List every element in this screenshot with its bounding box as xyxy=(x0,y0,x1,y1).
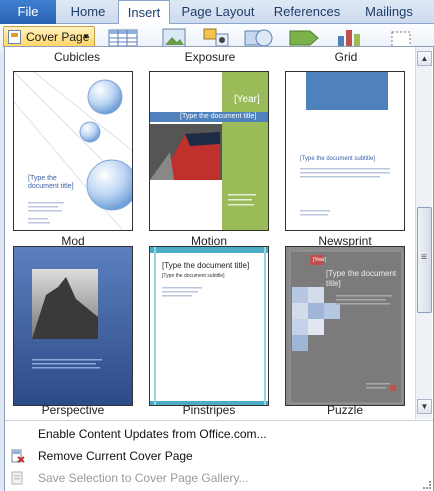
cover-page-label: Cover Page xyxy=(26,30,90,44)
gallery-scrollbar[interactable]: ▲ ▼ xyxy=(415,47,432,419)
newsprint-sample-subtitle: [Type the document subtitle] xyxy=(300,156,376,162)
resize-grip[interactable] xyxy=(423,481,431,489)
pinstripes-sample-title: [Type the document title] xyxy=(162,261,250,270)
scroll-thumb[interactable] xyxy=(417,207,432,313)
shapes-icon[interactable] xyxy=(242,28,276,48)
remove-cover-page-item[interactable]: Remove Current Cover Page xyxy=(5,445,433,467)
perspective-cover-art xyxy=(14,247,132,405)
cover-caption-puzzle: Puzzle xyxy=(326,403,364,417)
enable-content-updates-label: Enable Content Updates from Office.com..… xyxy=(38,427,267,441)
chevron-down-icon: ▼ xyxy=(82,32,90,41)
cover-caption-pinstripes: Pinstripes xyxy=(182,403,236,417)
motion-year: [Year] xyxy=(234,94,260,105)
pinstripes-cover-art xyxy=(150,247,268,405)
cover-page-gallery: Cubicles Exposure Grid [Type the documen… xyxy=(4,46,434,491)
mod-cover-art xyxy=(14,72,132,230)
cover-thumb-puzzle[interactable]: [Year] [Type the document title] xyxy=(285,246,405,406)
cover-page-icon xyxy=(8,30,21,44)
tab-insert[interactable]: Insert xyxy=(118,0,170,25)
gallery-label-exposure[interactable]: Exposure xyxy=(150,50,270,64)
gallery-label-cubicles[interactable]: Cubicles xyxy=(17,50,137,64)
smartart-icon[interactable] xyxy=(288,28,322,48)
remove-cover-page-label: Remove Current Cover Page xyxy=(38,449,193,463)
pinstripes-sample-subtitle: [Type the document subtitle] xyxy=(162,273,225,279)
save-selection-item[interactable]: Save Selection to Cover Page Gallery... xyxy=(5,467,433,489)
newsprint-cover-art xyxy=(300,72,390,216)
enable-content-updates-item[interactable]: Enable Content Updates from Office.com..… xyxy=(5,423,433,445)
mod-sample-title: [Type the document title] xyxy=(28,175,74,190)
tab-page-layout[interactable]: Page Layout xyxy=(178,0,258,24)
cover-caption-perspective: Perspective xyxy=(41,403,105,417)
ribbon-tab-bar: File Home Insert Page Layout References … xyxy=(0,0,434,25)
chart-icon[interactable] xyxy=(334,28,366,48)
tab-home[interactable]: Home xyxy=(62,0,114,24)
picture-icon[interactable] xyxy=(162,28,188,48)
cover-thumb-newsprint[interactable]: [Type the document subtitle] xyxy=(285,71,405,231)
save-selection-label: Save Selection to Cover Page Gallery... xyxy=(38,471,249,485)
cover-thumb-mod[interactable]: [Type the document title] xyxy=(13,71,133,231)
gallery-menu: Enable Content Updates from Office.com..… xyxy=(5,420,433,491)
table-icon[interactable] xyxy=(108,28,140,48)
screenshot-icon[interactable] xyxy=(388,28,416,48)
scroll-down-button[interactable]: ▼ xyxy=(417,399,432,414)
gallery-label-grid[interactable]: Grid xyxy=(286,50,406,64)
save-to-gallery-icon xyxy=(11,471,23,485)
remove-page-icon xyxy=(11,449,25,463)
cover-thumb-motion[interactable]: [Year] [Type the document title] xyxy=(149,71,269,231)
clip-art-icon[interactable] xyxy=(202,28,232,48)
tab-file[interactable]: File xyxy=(0,0,56,24)
tab-references[interactable]: References xyxy=(268,0,346,24)
scroll-up-button[interactable]: ▲ xyxy=(417,51,432,66)
gallery-top-row-labels: Cubicles Exposure Grid xyxy=(5,50,415,66)
cover-thumb-perspective[interactable] xyxy=(13,246,133,406)
puzzle-year: [Year] xyxy=(313,257,326,263)
cover-page-button[interactable]: Cover Page ▼ xyxy=(3,26,95,48)
motion-sample-title: [Type the document title] xyxy=(180,113,257,120)
puzzle-sample-title: [Type the document title] xyxy=(326,269,397,288)
cover-thumb-pinstripes[interactable]: [Type the document title] [Type the docu… xyxy=(149,246,269,406)
tab-mailings[interactable]: Mailings xyxy=(356,0,422,24)
